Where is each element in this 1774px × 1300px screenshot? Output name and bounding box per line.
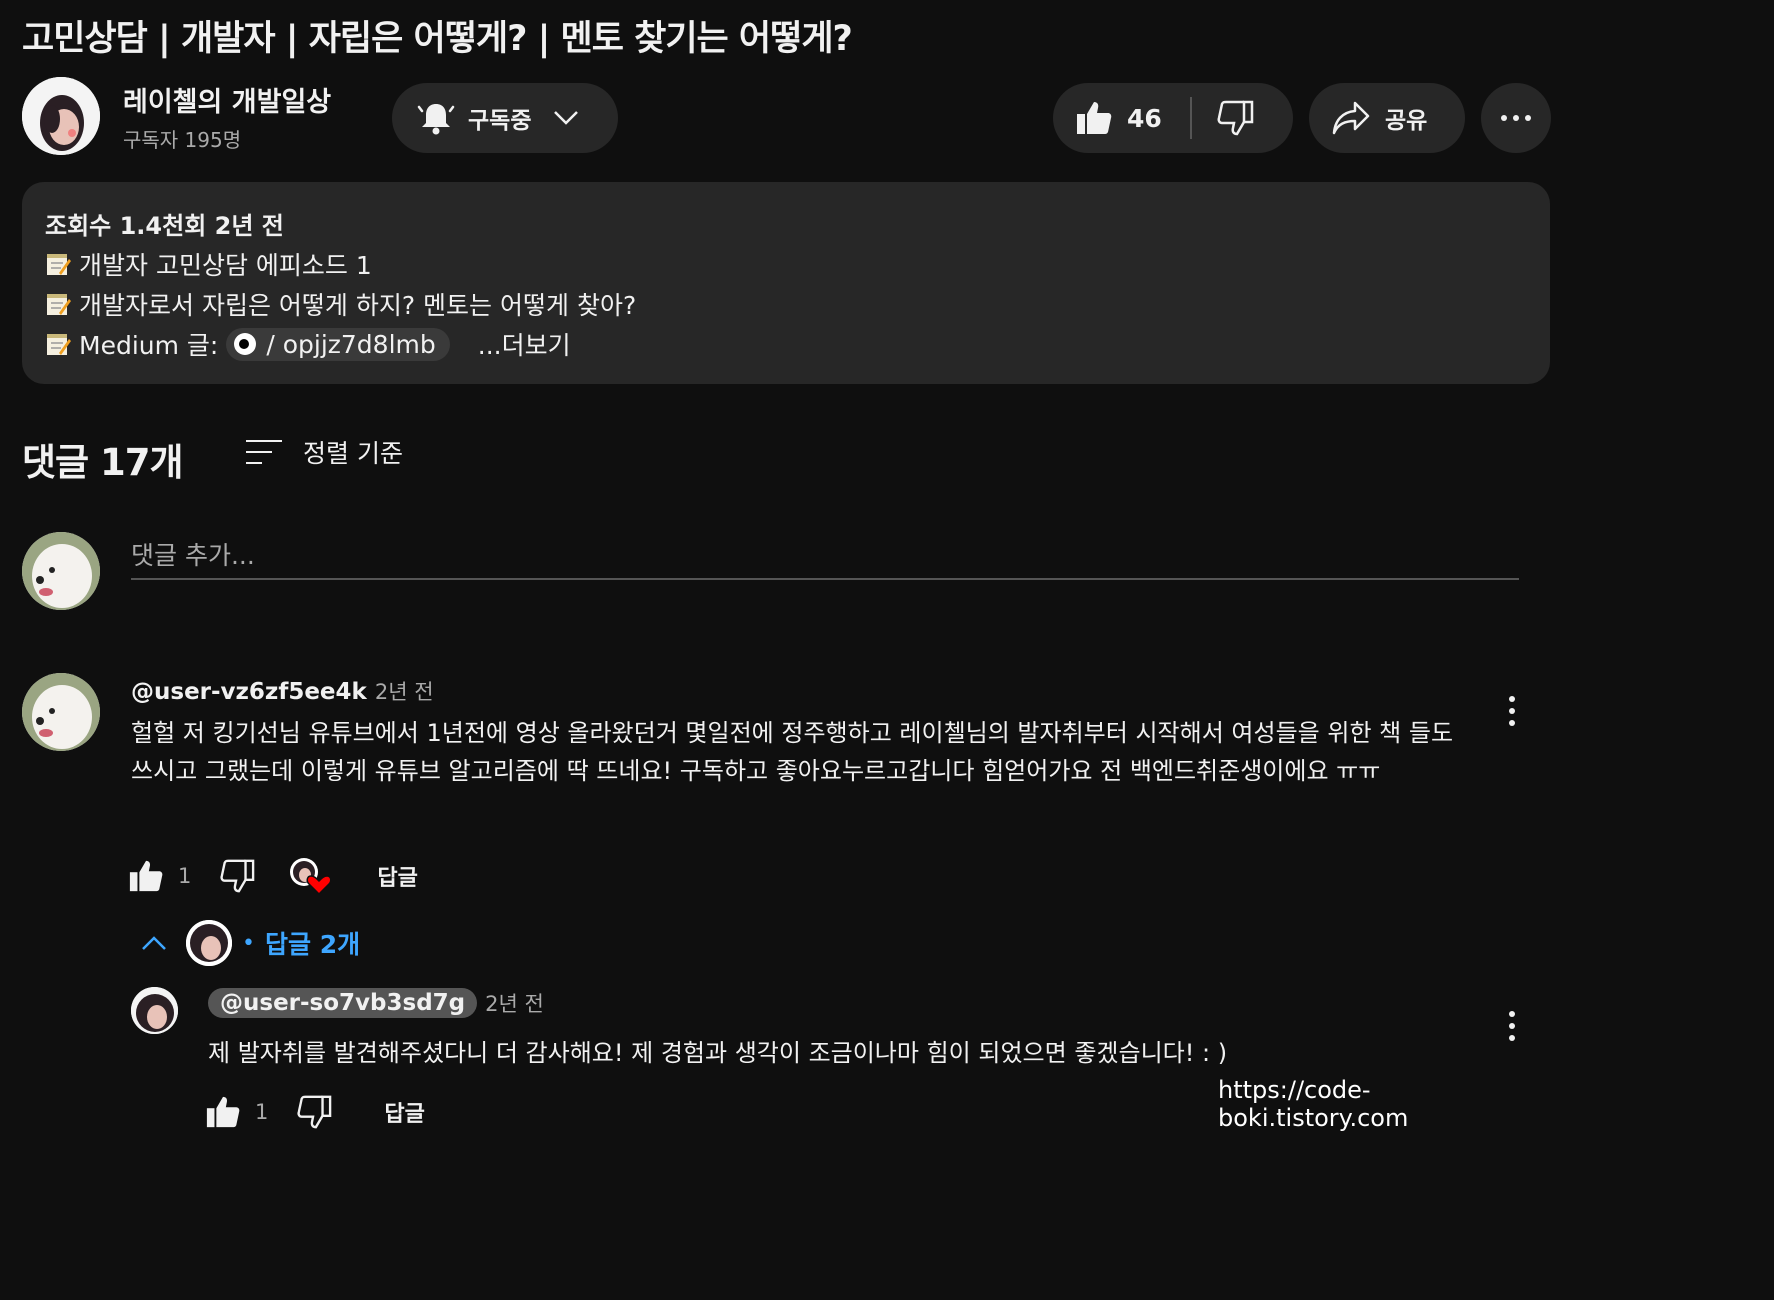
reply-header: @user-so7vb3sd7g 2년 전: [208, 988, 544, 1018]
show-more-link[interactable]: ...더보기: [478, 326, 571, 362]
watermark-url: https://code-boki.tistory.com: [1208, 1074, 1568, 1134]
reply-time[interactable]: 2년 전: [485, 988, 544, 1018]
more-actions-button[interactable]: [1481, 83, 1551, 153]
memo-icon: [45, 251, 71, 277]
comment-author-avatar[interactable]: [22, 673, 100, 751]
channel-avatar-image: [22, 77, 100, 155]
comment-actions: 1 답글: [128, 856, 418, 896]
chevron-down-icon: [553, 110, 579, 126]
reply-dislike-button[interactable]: [296, 1094, 332, 1130]
thumbs-down-icon: [297, 1095, 332, 1129]
description-box[interactable]: 조회수 1.4천회 2년 전 개발자 고민상담 에피소드 1 개발자로서 자립은…: [22, 182, 1550, 384]
reply-menu-button[interactable]: [1506, 1010, 1518, 1046]
creator-heart-badge: [289, 856, 332, 896]
chevron-up-icon: [140, 934, 168, 952]
dislike-button[interactable]: [1216, 99, 1254, 137]
thumbs-down-icon: [220, 859, 255, 893]
like-divider: [1190, 97, 1192, 139]
view-count-and-date: 조회수 1.4천회 2년 전: [45, 212, 284, 240]
share-label: 공유: [1385, 108, 1428, 134]
medium-link-text: / opjjz7d8lmb: [266, 329, 436, 359]
heart-icon: [306, 875, 332, 896]
add-comment-input[interactable]: [131, 532, 1519, 580]
thumbs-down-icon: [1217, 100, 1254, 136]
comment-menu-button[interactable]: [1506, 695, 1518, 731]
comment-text: 헐헐 저 킹기선님 유튜브에서 1년전에 영상 올라왔던거 몇일전에 정주행하고…: [131, 719, 1454, 785]
channel-name[interactable]: 레이첼의 개발일상: [123, 80, 331, 119]
comment-header: @user-vz6zf5ee4k 2년 전: [131, 676, 434, 706]
share-icon: [1331, 100, 1371, 136]
medium-link-chip[interactable]: / opjjz7d8lmb: [226, 327, 450, 361]
current-user-avatar: [22, 532, 100, 610]
comment-author[interactable]: @user-vz6zf5ee4k: [131, 679, 367, 705]
reply-like-count: 1: [255, 1100, 269, 1124]
memo-icon: [45, 331, 71, 357]
reply-reply-button[interactable]: 답글: [384, 1096, 424, 1128]
like-button[interactable]: 46: [1075, 99, 1162, 137]
dog-avatar-image: [22, 673, 100, 751]
thumbs-up-icon: [206, 1096, 240, 1128]
memo-icon: [45, 291, 71, 317]
description-line-2: 개발자로서 자립은 어떻게 하지? 멘토는 어떻게 찾아?: [45, 286, 636, 322]
reply-like-button[interactable]: [205, 1094, 241, 1130]
thumbs-up-icon: [1075, 99, 1113, 137]
channel-avatar[interactable]: [22, 77, 100, 155]
like-count: 46: [1127, 103, 1162, 133]
comment-time[interactable]: 2년 전: [375, 676, 434, 706]
reply-author-avatar[interactable]: [131, 987, 178, 1034]
bell-icon: [416, 98, 456, 138]
medium-icon: [234, 333, 257, 355]
sort-label: 정렬 기준: [303, 439, 403, 468]
comment-like-count: 1: [178, 864, 192, 888]
like-dislike-group: 46: [1053, 83, 1293, 153]
description-line-3: Medium 글: / opjjz7d8lmb ...더보기: [45, 326, 571, 362]
reply-text: 제 발자취를 발견해주셨다니 더 감사해요! 제 경험과 생각이 조금이나마 힘…: [208, 1039, 1228, 1067]
comments-count-heading: 댓글 17개: [22, 441, 183, 484]
kebab-icon: [1509, 1011, 1515, 1041]
description-line-1: 개발자 고민상담 에피소드 1: [45, 246, 372, 282]
thumbs-up-icon: [129, 860, 163, 892]
sort-button[interactable]: 정렬 기준: [245, 434, 403, 470]
comment-dislike-button[interactable]: [219, 858, 255, 894]
share-button[interactable]: 공유: [1309, 83, 1465, 153]
subscribe-label: 구독중: [468, 108, 532, 134]
kebab-icon: [1509, 696, 1515, 726]
subscribe-button[interactable]: 구독중: [392, 83, 618, 153]
reply-author[interactable]: @user-so7vb3sd7g: [208, 988, 478, 1018]
comment-reply-button[interactable]: 답글: [377, 860, 417, 892]
sort-icon: [245, 437, 283, 467]
bullet-dot: •: [242, 930, 255, 956]
subscriber-count: 구독자 195명: [123, 128, 242, 152]
reply-actions: 1 답글: [205, 1094, 425, 1130]
description-line-1-text: 개발자 고민상담 에피소드 1: [79, 251, 372, 280]
video-title: 고민상담 | 개발자 | 자립은 어떻게? | 멘토 찾기는 어떻게?: [22, 19, 853, 59]
reply-author-mini-avatar: [186, 920, 232, 966]
description-line-2-text: 개발자로서 자립은 어떻게 하지? 멘토는 어떻게 찾아?: [79, 291, 637, 320]
reply-avatar-image: [131, 987, 178, 1034]
replies-count-label: 답글 2개: [264, 930, 361, 959]
replies-toggle[interactable]: • 답글 2개: [140, 920, 360, 966]
comment-like-button[interactable]: [128, 858, 164, 894]
description-line-3-prefix: Medium 글:: [79, 331, 219, 360]
dog-avatar-image: [22, 532, 100, 610]
more-icon: [1500, 114, 1532, 122]
